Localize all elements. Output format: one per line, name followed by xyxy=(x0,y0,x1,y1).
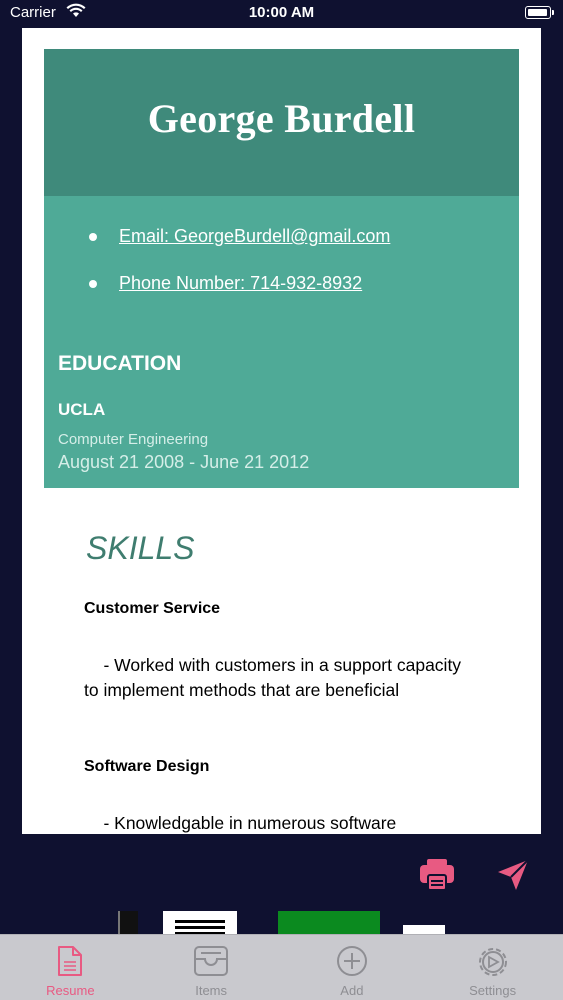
tab-label: Items xyxy=(195,983,228,998)
document-icon xyxy=(58,946,83,976)
gear-icon xyxy=(478,948,507,976)
status-time: 10:00 AM xyxy=(248,4,315,21)
tab-resume[interactable]: Resume xyxy=(0,935,141,1000)
contact-email: Email: GeorgeBurdell@gmail.com xyxy=(44,226,519,273)
skill-name: Software Design xyxy=(84,758,210,775)
tab-add[interactable]: Add xyxy=(282,935,423,1000)
education-major: Computer Engineering xyxy=(58,431,209,448)
skills-title: SKILLS xyxy=(86,530,195,566)
bullet-icon xyxy=(89,280,97,288)
resume-name: George Burdell xyxy=(147,96,416,141)
education-title: EDUCATION xyxy=(58,352,182,375)
template-thumbnail[interactable] xyxy=(278,911,380,935)
skill-name: Customer Service xyxy=(84,600,221,617)
contact-section: Email: GeorgeBurdell@gmail.com Phone Num… xyxy=(44,196,519,488)
education-school: UCLA xyxy=(58,400,106,419)
contact-phone: Phone Number: 714-932-8932 xyxy=(44,273,519,320)
tab-label: Settings xyxy=(469,983,517,998)
contact-list: Email: GeorgeBurdell@gmail.com Phone Num… xyxy=(44,226,519,320)
plus-circle-icon xyxy=(336,946,367,976)
skill-description: - Knowledgable in numerous software xyxy=(84,813,397,833)
template-thumbnail[interactable] xyxy=(163,911,237,935)
bullet-icon xyxy=(89,233,97,241)
template-thumbnail[interactable] xyxy=(118,911,138,935)
tab-items[interactable]: Items xyxy=(141,935,282,1000)
printer-icon[interactable] xyxy=(420,859,454,891)
phone-link[interactable]: Phone Number: 714-932-8932 xyxy=(119,273,362,293)
tab-bar: Resume Items Add Settings xyxy=(0,934,563,1000)
send-icon[interactable] xyxy=(496,858,530,892)
resume-header: George Burdell xyxy=(44,49,519,196)
tab-settings[interactable]: Settings xyxy=(422,935,563,1000)
tab-label: Resume xyxy=(46,983,95,998)
email-link[interactable]: Email: GeorgeBurdell@gmail.com xyxy=(119,226,390,246)
status-bar: Carrier 10:00 AM xyxy=(0,0,563,30)
resume-preview[interactable]: George Burdell Email: GeorgeBurdell@gmai… xyxy=(22,28,541,834)
tab-label: Add xyxy=(340,983,364,998)
skill-description: - Worked with customers in a support cap… xyxy=(84,655,466,700)
battery-icon xyxy=(525,6,554,19)
education-dates: August 21 2008 - June 21 2012 xyxy=(58,452,310,472)
tray-icon xyxy=(194,946,229,976)
